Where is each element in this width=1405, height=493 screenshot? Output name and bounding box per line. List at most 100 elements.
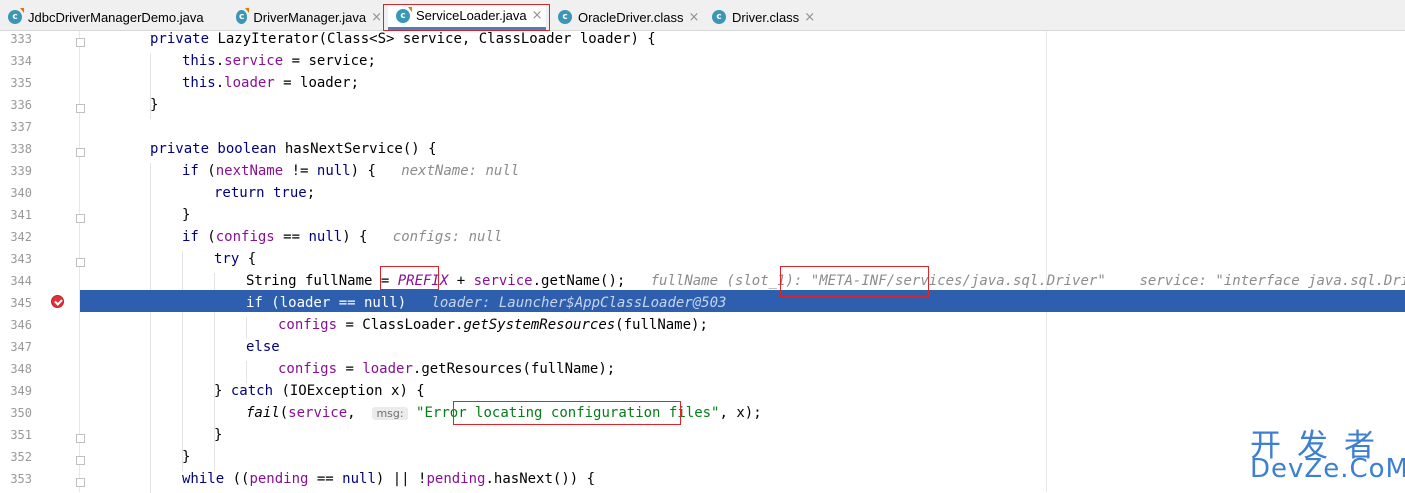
- tab-driver-class[interactable]: c Driver.class ×: [704, 4, 820, 30]
- fold-marker-icon[interactable]: [76, 456, 85, 465]
- code-token: ==: [274, 229, 309, 245]
- code-token: ) {: [342, 229, 368, 245]
- code-token: , x);: [719, 405, 762, 421]
- code-line[interactable]: try {: [86, 248, 1405, 270]
- code-token: }: [182, 449, 191, 465]
- line-number[interactable]: 343: [0, 248, 32, 270]
- line-number[interactable]: 352: [0, 446, 32, 468]
- line-number[interactable]: 345: [0, 292, 32, 314]
- code-line[interactable]: if (nextName != null) { nextName: null: [86, 160, 1405, 182]
- debug-inline-value: loader: Launcher$AppClassLoader@503: [406, 295, 727, 311]
- tab-jdbcdrivermanagerdemo-java[interactable]: c JdbcDriverManagerDemo.java: [0, 4, 222, 30]
- tab-label: DriverManager.java: [253, 9, 367, 25]
- close-icon[interactable]: ×: [371, 10, 382, 25]
- code-line[interactable]: String fullName = PREFIX + service.getNa…: [86, 270, 1405, 292]
- code-token: ) {: [350, 163, 376, 179]
- code-token: =: [337, 361, 363, 377]
- code-line[interactable]: private LazyIterator(Class<S> service, C…: [86, 28, 1405, 50]
- java-class-icon: c: [8, 8, 24, 24]
- code-token: private: [150, 31, 218, 47]
- code-token: this: [182, 53, 216, 69]
- editor-tab-bar: c JdbcDriverManagerDemo.java c DriverManage…: [0, 0, 1405, 31]
- line-number[interactable]: 349: [0, 380, 32, 402]
- code-line[interactable]: if (loader == null) loader: Launcher$App…: [86, 292, 1405, 314]
- line-number[interactable]: 339: [0, 160, 32, 182]
- code-line[interactable]: }: [86, 424, 1405, 446]
- line-number[interactable]: 334: [0, 50, 32, 72]
- code-line[interactable]: } catch (IOException x) {: [86, 380, 1405, 402]
- code-token: fail: [246, 405, 280, 421]
- java-class-icon: c: [236, 8, 250, 24]
- code-token: ) || !: [375, 471, 427, 487]
- line-number[interactable]: 353: [0, 468, 32, 490]
- code-line[interactable]: while ((pending == null) || !pending.has…: [86, 468, 1405, 490]
- code-token: .: [215, 75, 225, 91]
- code-token: (: [207, 163, 216, 179]
- line-number[interactable]: 344: [0, 270, 32, 292]
- code-token: {: [247, 251, 257, 267]
- code-token: .hasNext()) {: [485, 471, 596, 487]
- code-line[interactable]: configs = loader.getResources(fullName);: [86, 358, 1405, 380]
- fold-marker-icon[interactable]: [76, 258, 85, 267]
- code-token: if: [182, 229, 208, 245]
- close-icon[interactable]: ×: [532, 8, 543, 23]
- line-number[interactable]: 337: [0, 116, 32, 138]
- line-number[interactable]: 340: [0, 182, 32, 204]
- code-token: this: [182, 75, 216, 91]
- line-number[interactable]: 333: [0, 28, 32, 50]
- code-line[interactable]: }: [86, 94, 1405, 116]
- fold-marker-icon[interactable]: [76, 38, 85, 47]
- code-line[interactable]: this.service = service;: [86, 50, 1405, 72]
- code-token: loader: [362, 361, 413, 377]
- tab-oracledriver-class[interactable]: c OracleDriver.class ×: [550, 4, 700, 30]
- tab-label: OracleDriver.class: [578, 9, 684, 25]
- line-number[interactable]: 342: [0, 226, 32, 248]
- fold-marker-icon[interactable]: [76, 214, 85, 223]
- code-token: null: [316, 163, 351, 179]
- code-token: = service;: [283, 53, 376, 69]
- code-token: }: [182, 207, 191, 223]
- code-line[interactable]: if (configs == null) { configs: null: [86, 226, 1405, 248]
- fold-marker-icon[interactable]: [76, 104, 85, 113]
- code-token: try: [214, 251, 248, 267]
- code-token: (: [279, 405, 289, 421]
- line-number[interactable]: 336: [0, 94, 32, 116]
- java-class-icon: c: [396, 6, 412, 23]
- code-token: null: [342, 471, 376, 487]
- code-line[interactable]: this.loader = loader;: [86, 72, 1405, 94]
- code-line[interactable]: else: [86, 336, 1405, 358]
- close-icon[interactable]: ×: [688, 10, 699, 25]
- compiled-class-icon: c: [558, 10, 572, 24]
- code-token: pending: [249, 471, 309, 487]
- tab-serviceloader-java[interactable]: c ServiceLoader.java ×: [388, 4, 546, 30]
- code-token: while: [182, 471, 233, 487]
- code-token: service: [288, 405, 348, 421]
- code-line[interactable]: }: [86, 204, 1405, 226]
- code-line[interactable]: private boolean hasNextService() {: [86, 138, 1405, 160]
- code-line[interactable]: configs = ClassLoader.getSystemResources…: [86, 314, 1405, 336]
- tab-label: ServiceLoader.java: [416, 8, 527, 23]
- debug-inline-value: configs: null: [367, 229, 503, 245]
- code-line[interactable]: }: [86, 446, 1405, 468]
- line-number[interactable]: 351: [0, 424, 32, 446]
- line-number[interactable]: 338: [0, 138, 32, 160]
- code-line[interactable]: fail(service, msg: "Error locating confi…: [86, 402, 1405, 424]
- line-number[interactable]: 341: [0, 204, 32, 226]
- line-number[interactable]: 348: [0, 358, 32, 380]
- tab-drivermanager-java[interactable]: c DriverManager.java ×: [228, 4, 382, 30]
- code-token: null: [308, 229, 343, 245]
- breakpoint-icon[interactable]: [51, 295, 64, 308]
- code-token: service: [224, 53, 284, 69]
- code-token: loader: [224, 75, 275, 91]
- fold-marker-icon[interactable]: [76, 434, 85, 443]
- close-icon[interactable]: ×: [804, 10, 815, 25]
- fold-marker-icon[interactable]: [76, 478, 85, 487]
- line-number[interactable]: 335: [0, 72, 32, 94]
- line-number[interactable]: 350: [0, 402, 32, 424]
- line-number[interactable]: 346: [0, 314, 32, 336]
- code-line[interactable]: [86, 116, 1405, 138]
- line-number[interactable]: 347: [0, 336, 32, 358]
- code-token: ((: [232, 471, 250, 487]
- fold-marker-icon[interactable]: [76, 148, 85, 157]
- code-line[interactable]: return true;: [86, 182, 1405, 204]
